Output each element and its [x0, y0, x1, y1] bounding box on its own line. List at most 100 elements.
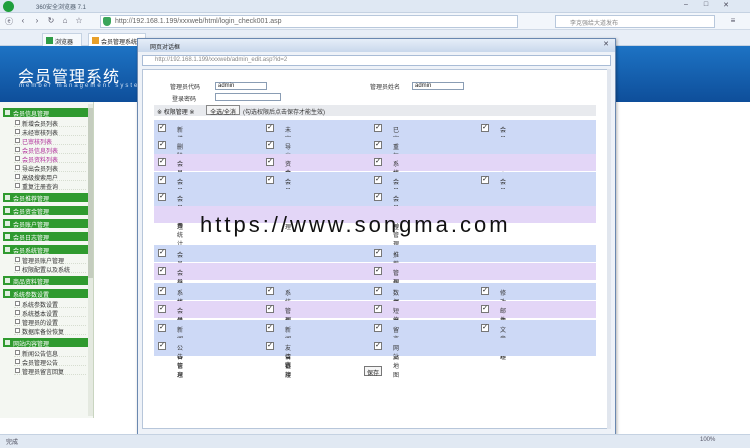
menu-icon[interactable]: ≡	[728, 16, 738, 26]
permission-checkbox[interactable]: ✓	[158, 287, 166, 295]
sidebar-section-label: 商品资料管理	[13, 280, 49, 286]
permission-checkbox[interactable]: ✓	[158, 249, 166, 257]
sidebar-item[interactable]: 管理员的设置	[14, 318, 86, 326]
permission-checkbox[interactable]: ✓	[266, 305, 274, 313]
sidebar-section-label: 网站内容管理	[13, 342, 49, 348]
sidebar-item[interactable]: 高级搜索用户	[14, 173, 86, 181]
close-icon[interactable]: ✕	[720, 1, 732, 11]
permission-checkbox[interactable]: ✓	[266, 124, 274, 132]
zoom-level[interactable]: 100%	[700, 437, 715, 443]
sidebar-item[interactable]: 未经审核列表	[14, 128, 86, 136]
permission-checkbox[interactable]: ✓	[481, 176, 489, 184]
folder-icon	[5, 234, 10, 239]
sidebar-item[interactable]: 已审核列表	[14, 137, 86, 145]
sidebar-section[interactable]: 会员日志管理	[3, 232, 88, 241]
sidebar-section[interactable]: 会员信息管理	[3, 108, 88, 117]
sidebar-item[interactable]: 数据库备份恢复	[14, 327, 86, 335]
permission-checkbox[interactable]: ✓	[374, 342, 382, 350]
permission-checkbox[interactable]: ✓	[481, 305, 489, 313]
sidebar-item[interactable]: 管理员账户管理	[14, 256, 86, 264]
forward-icon[interactable]: ›	[32, 16, 42, 26]
dialog-scrollbar[interactable]	[607, 69, 611, 429]
page-icon	[15, 138, 20, 143]
sidebar-item[interactable]: 会员信息列表	[14, 146, 86, 154]
page-icon	[15, 120, 20, 125]
url-input[interactable]: http://192.168.1.199/xxxweb/html/login_c…	[100, 15, 518, 28]
sidebar-item[interactable]: 导出会员列表	[14, 164, 86, 172]
sidebar-section[interactable]: 网站内容管理	[3, 338, 88, 347]
sidebar-item[interactable]: 新闻公告信息	[14, 349, 86, 357]
permission-checkbox[interactable]: ✓	[158, 141, 166, 149]
admin-name-input[interactable]: admin	[412, 82, 464, 90]
sidebar-item[interactable]: 系统基本设置	[14, 309, 86, 317]
sidebar-section[interactable]: 系统参数设置	[3, 289, 88, 298]
permission-checkbox[interactable]: ✓	[266, 158, 274, 166]
permission-checkbox[interactable]: ✓	[158, 193, 166, 201]
sidebar-scroll-thumb[interactable]	[88, 108, 93, 278]
sidebar-section-label: 会员系统管理	[13, 249, 49, 255]
sidebar-section[interactable]: 会员资金管理	[3, 206, 88, 215]
permission-checkbox[interactable]: ✓	[481, 287, 489, 295]
back-icon[interactable]: ‹	[18, 16, 28, 26]
sidebar-section[interactable]: 商品资料管理	[3, 276, 88, 285]
permission-checkbox[interactable]: ✓	[158, 267, 166, 275]
permission-checkbox[interactable]: ✓	[374, 287, 382, 295]
permission-checkbox[interactable]: ✓	[374, 249, 382, 257]
permission-checkbox[interactable]: ✓	[158, 324, 166, 332]
page-icon	[15, 147, 20, 152]
dialog-title: 网页对话框	[138, 39, 615, 52]
permission-checkbox[interactable]: ✓	[374, 324, 382, 332]
permission-checkbox[interactable]: ✓	[266, 176, 274, 184]
refresh-icon[interactable]: ↻	[46, 16, 56, 26]
permission-checkbox[interactable]: ✓	[374, 176, 382, 184]
tab-page-icon	[92, 37, 99, 44]
permission-checkbox[interactable]: ✓	[481, 124, 489, 132]
permission-checkbox[interactable]: ✓	[374, 141, 382, 149]
tab-home[interactable]: 浏览器以家	[42, 33, 82, 46]
permission-checkbox[interactable]: ✓	[374, 124, 382, 132]
status-text: 完成	[6, 437, 18, 446]
dialog-close-icon[interactable]: ✕	[600, 40, 612, 50]
permission-checkbox[interactable]: ✓	[374, 305, 382, 313]
page-icon	[15, 174, 20, 179]
sidebar-item[interactable]: 权限配置以及系统	[14, 265, 86, 273]
sidebar-item[interactable]: 会员资料列表	[14, 155, 86, 163]
permission-checkbox[interactable]: ✓	[481, 324, 489, 332]
sidebar-item[interactable]: 新增会员列表	[14, 119, 86, 127]
sidebar-section-label: 会员日志管理	[13, 236, 49, 242]
tab-home-icon	[46, 37, 53, 44]
permission-checkbox[interactable]: ✓	[158, 342, 166, 350]
folder-icon	[5, 247, 10, 252]
folder-icon	[5, 195, 10, 200]
permission-checkbox[interactable]: ✓	[374, 267, 382, 275]
save-button[interactable]: 保存	[364, 366, 382, 376]
search-input[interactable]: 李克强给大道发布	[555, 15, 715, 28]
admin-id-input[interactable]: admin	[215, 82, 267, 90]
permission-checkbox[interactable]: ✓	[266, 141, 274, 149]
password-input[interactable]	[215, 93, 281, 101]
sidebar-item[interactable]: 管理员留言回复	[14, 367, 86, 375]
permission-checkbox[interactable]: ✓	[374, 158, 382, 166]
sidebar-item-label: 权限配置以及系统	[22, 268, 70, 274]
sidebar-item[interactable]: 重复注册查询	[14, 182, 86, 190]
sidebar-section[interactable]: 会员系统管理	[3, 245, 88, 254]
sidebar-section[interactable]: 会员账户管理	[3, 219, 88, 228]
select-all-button[interactable]: 全选/全消	[206, 105, 240, 115]
permission-checkbox[interactable]: ✓	[158, 158, 166, 166]
permission-checkbox[interactable]: ✓	[266, 342, 274, 350]
status-bar	[0, 434, 750, 448]
permission-checkbox[interactable]: ✓	[266, 287, 274, 295]
permission-checkbox[interactable]: ✓	[158, 176, 166, 184]
home-icon[interactable]: ⌂	[60, 16, 70, 26]
sidebar-section[interactable]: 会员推荐管理	[3, 193, 88, 202]
permission-checkbox[interactable]: ✓	[374, 193, 382, 201]
permission-checkbox[interactable]: ✓	[158, 305, 166, 313]
maximize-icon[interactable]: □	[700, 1, 712, 11]
minimize-icon[interactable]: –	[680, 1, 692, 11]
page-icon	[15, 156, 20, 161]
permission-checkbox[interactable]: ✓	[158, 124, 166, 132]
favorite-icon[interactable]: ☆	[74, 16, 84, 26]
sidebar-item[interactable]: 系统参数设置	[14, 300, 86, 308]
permission-checkbox[interactable]: ✓	[266, 324, 274, 332]
sidebar-item[interactable]: 会员管理公告	[14, 358, 86, 366]
